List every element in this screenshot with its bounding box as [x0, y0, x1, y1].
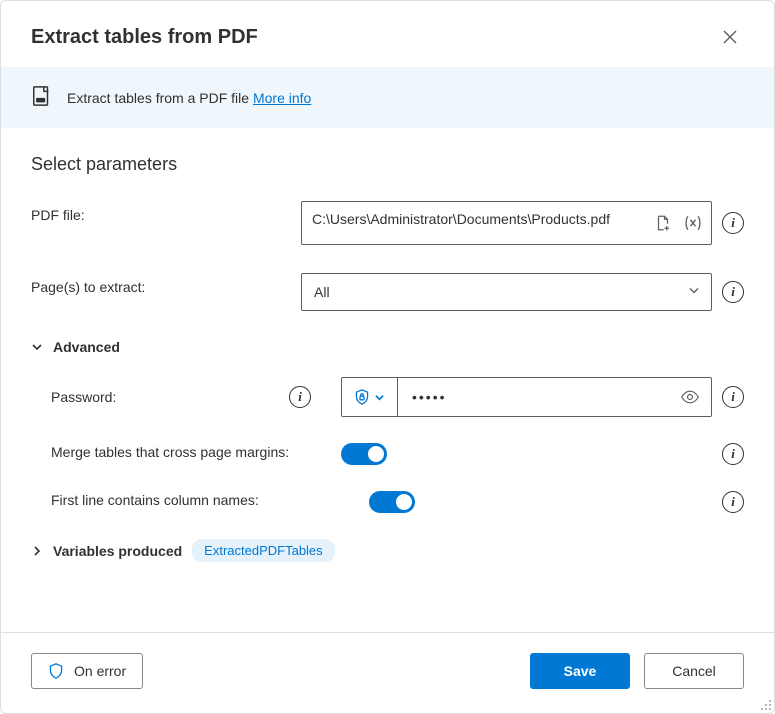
pages-info[interactable]: i — [722, 281, 744, 303]
file-picker-button[interactable] — [651, 211, 675, 235]
variable-pill[interactable]: ExtractedPDFTables — [192, 539, 335, 562]
password-label: Password: — [51, 389, 116, 405]
password-group: ••••• — [341, 377, 712, 417]
dialog-header: Extract tables from PDF — [1, 1, 774, 67]
file-add-icon — [654, 214, 672, 232]
on-error-button[interactable]: On error — [31, 653, 143, 689]
advanced-title: Advanced — [53, 339, 120, 355]
close-button[interactable] — [716, 23, 744, 51]
pdf-file-input[interactable]: C:\Users\Administrator\Documents\Product… — [301, 201, 712, 245]
variables-title: Variables produced — [53, 543, 182, 559]
dialog-title: Extract tables from PDF — [31, 26, 258, 49]
password-info[interactable]: i — [722, 386, 744, 408]
variables-toggle[interactable]: Variables produced ExtractedPDFTables — [31, 539, 744, 562]
chevron-down-icon — [374, 392, 385, 403]
footer: On error Save Cancel — [1, 632, 774, 713]
row-merge: Merge tables that cross page margins: i — [51, 443, 744, 465]
advanced-section: Password: i ••••• — [31, 377, 744, 513]
pages-label: Page(s) to extract: — [31, 273, 301, 295]
shield-icon — [48, 662, 64, 680]
eye-icon — [680, 390, 700, 404]
resize-grip[interactable] — [758, 697, 772, 711]
pdf-file-info[interactable]: i — [722, 212, 744, 234]
pdf-icon: PDF — [31, 85, 53, 110]
advanced-toggle[interactable]: Advanced — [31, 339, 744, 355]
cancel-button[interactable]: Cancel — [644, 653, 744, 689]
reveal-password-button[interactable] — [679, 386, 701, 408]
row-pages: Page(s) to extract: All i — [31, 273, 744, 311]
pages-select[interactable]: All — [301, 273, 712, 311]
chevron-right-icon — [31, 545, 43, 557]
first-line-info[interactable]: i — [722, 491, 744, 513]
banner-text: Extract tables from a PDF file More info — [67, 90, 311, 106]
merge-info[interactable]: i — [722, 443, 744, 465]
chevron-down-icon — [687, 284, 701, 301]
svg-text:PDF: PDF — [37, 99, 45, 103]
close-icon — [723, 30, 737, 44]
dialog: Extract tables from PDF PDF Extract tabl… — [0, 0, 775, 714]
more-info-link[interactable]: More info — [253, 90, 311, 106]
first-line-label: First line contains column names: — [51, 491, 341, 511]
shield-lock-icon — [354, 388, 370, 406]
merge-label: Merge tables that cross page margins: — [51, 443, 341, 463]
password-type-dropdown[interactable] — [342, 378, 398, 416]
section-title: Select parameters — [31, 154, 744, 175]
password-info-left[interactable]: i — [289, 386, 311, 408]
info-banner: PDF Extract tables from a PDF file More … — [1, 67, 774, 128]
chevron-down-icon — [31, 341, 43, 353]
save-button[interactable]: Save — [530, 653, 630, 689]
first-line-toggle[interactable] — [369, 491, 415, 513]
row-first-line: First line contains column names: i — [51, 491, 744, 513]
content: Select parameters PDF file: C:\Users\Adm… — [1, 128, 774, 632]
password-input[interactable]: ••••• — [398, 378, 711, 416]
variables-button[interactable] — [681, 211, 705, 235]
merge-toggle[interactable] — [341, 443, 387, 465]
row-pdf-file: PDF file: C:\Users\Administrator\Documen… — [31, 201, 744, 245]
pdf-file-label: PDF file: — [31, 201, 301, 223]
row-password: Password: i ••••• — [51, 377, 744, 417]
footer-actions: Save Cancel — [530, 653, 744, 689]
variable-icon — [683, 214, 703, 232]
